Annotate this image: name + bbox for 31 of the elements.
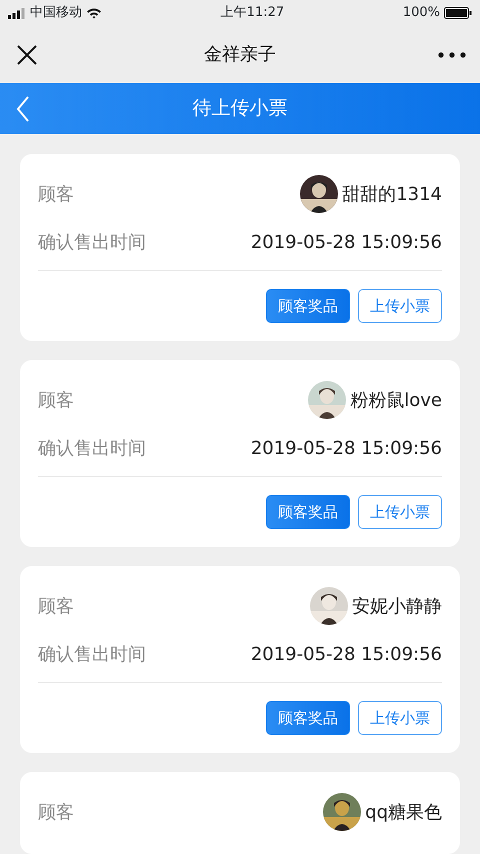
prize-button[interactable]: 顾客奖品 — [266, 289, 350, 323]
customer-name: 甜甜的1314 — [342, 182, 442, 206]
sold-time: 2019-05-28 15:09:56 — [250, 436, 442, 460]
field-label: 顾客 — [38, 800, 74, 824]
battery-percent: 100% — [402, 4, 440, 22]
sold-time: 2019-05-28 15:09:56 — [250, 642, 442, 666]
upload-button[interactable]: 上传小票 — [358, 495, 442, 529]
back-icon[interactable] — [16, 96, 30, 122]
carrier-name: 中国移动 — [30, 4, 82, 22]
close-icon[interactable] — [16, 44, 38, 66]
prize-button[interactable]: 顾客奖品 — [266, 701, 350, 735]
signal-icon — [8, 8, 26, 18]
customer-name: 粉粉鼠love — [350, 388, 442, 412]
field-label: 确认售出时间 — [38, 230, 146, 254]
field-label: 顾客 — [38, 182, 74, 206]
customer-name: 安妮小静静 — [352, 594, 442, 618]
prize-button[interactable]: 顾客奖品 — [266, 495, 350, 529]
wifi-icon — [86, 7, 102, 19]
nav-title: 待上传小票 — [192, 96, 288, 122]
page-title: 金祥亲子 — [204, 43, 276, 67]
battery-icon — [444, 7, 472, 19]
sold-time: 2019-05-28 15:09:56 — [250, 230, 442, 254]
more-icon[interactable] — [438, 52, 466, 58]
field-label: 确认售出时间 — [38, 642, 146, 666]
field-label: 顾客 — [38, 388, 74, 412]
customer-name: qq糖果色 — [365, 800, 442, 824]
field-label: 确认售出时间 — [38, 436, 146, 460]
upload-button[interactable]: 上传小票 — [358, 289, 442, 323]
upload-button[interactable]: 上传小票 — [358, 701, 442, 735]
status-time: 上午11:27 — [220, 4, 284, 22]
field-label: 顾客 — [38, 594, 74, 618]
